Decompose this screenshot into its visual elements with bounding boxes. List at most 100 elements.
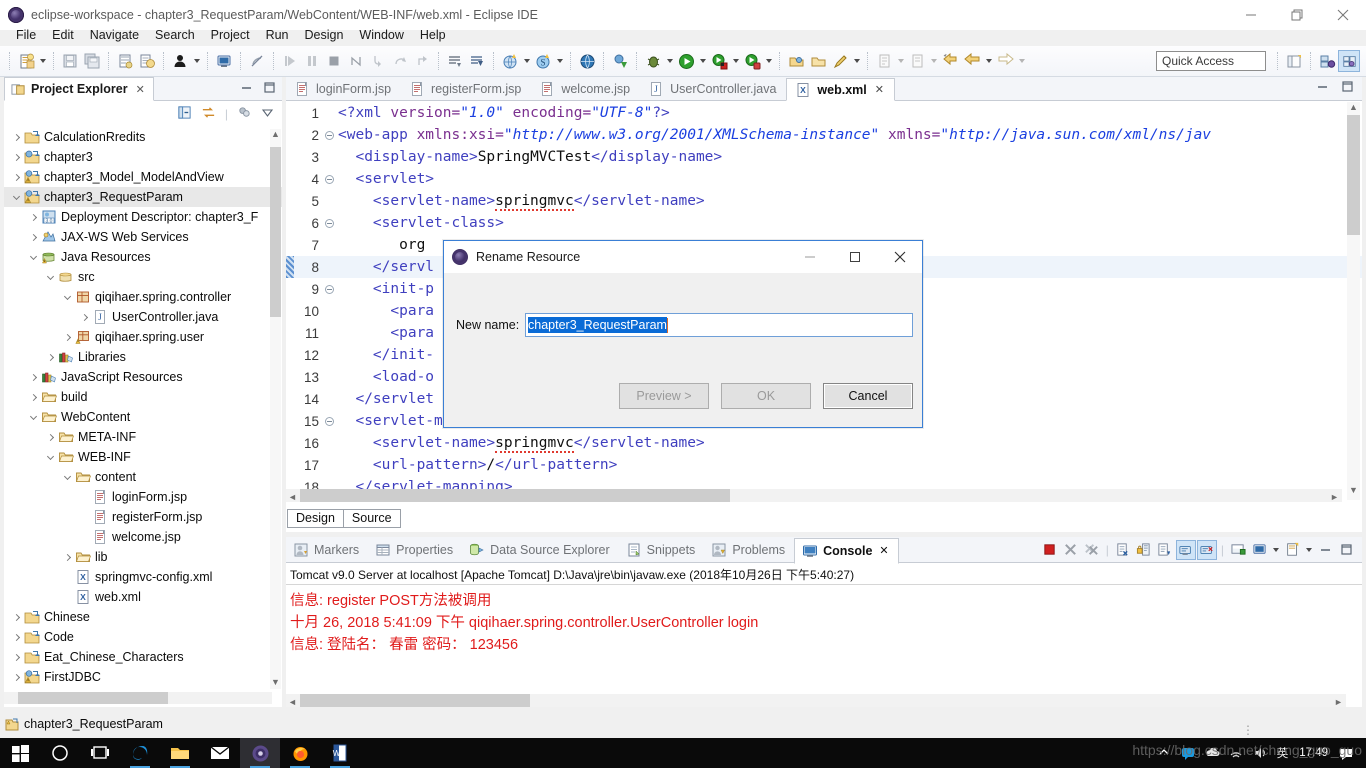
twisty-collapsed-icon[interactable] — [10, 647, 23, 667]
menu-file[interactable]: File — [8, 26, 44, 44]
console-scroll-left-arrow[interactable]: ◄ — [288, 697, 297, 707]
editor-scroll-up-arrow[interactable]: ▲ — [1347, 102, 1360, 112]
twisty-collapsed-icon[interactable] — [27, 367, 40, 387]
bottom-panel-tab[interactable]: Console ✕ — [794, 537, 899, 564]
scroll-down-arrow[interactable]: ▼ — [270, 677, 281, 687]
open-type-icon[interactable] — [785, 50, 807, 72]
task-view-icon[interactable] — [80, 738, 120, 768]
maximize-editor-icon[interactable] — [1341, 80, 1354, 96]
tree-item[interactable]: Libraries — [4, 347, 282, 367]
person-dropdown-arrow[interactable] — [191, 50, 202, 72]
project-tree[interactable]: CalculationRredits chapter3 chapter3_Model… — [4, 127, 282, 693]
fold-icon[interactable] — [322, 416, 336, 426]
minimize-button[interactable] — [1228, 0, 1274, 30]
code-line[interactable]: 1 <?xml version="1.0" encoding="UTF-8"?> — [286, 102, 1362, 124]
ejb-dropdown-arrow[interactable] — [554, 50, 565, 72]
tree-item[interactable]: Xspringmvc-config.xml — [4, 567, 282, 587]
twisty-expanded-icon[interactable] — [44, 267, 57, 287]
twisty-collapsed-icon[interactable] — [10, 627, 23, 647]
next-annotation-icon[interactable] — [444, 50, 466, 72]
tree-item[interactable]: welcome.jsp — [4, 527, 282, 547]
menu-edit[interactable]: Edit — [44, 26, 82, 44]
tree-item[interactable]: qiqihaer.spring.user — [4, 327, 282, 347]
twisty-collapsed-icon[interactable] — [10, 147, 23, 167]
run-dropdown-arrow[interactable] — [697, 50, 708, 72]
editor-vertical-scroll-thumb[interactable] — [1347, 115, 1360, 235]
run-validation-icon[interactable] — [136, 50, 158, 72]
previous-annotation-icon[interactable] — [466, 50, 488, 72]
tree-item[interactable]: content — [4, 467, 282, 487]
bottom-panel-tab[interactable]: Properties — [368, 537, 462, 563]
run-server-icon[interactable] — [708, 50, 730, 72]
code-line[interactable]: 3 <display-name>SpringMVCTest</display-n… — [286, 146, 1362, 168]
close-icon[interactable]: ✕ — [879, 544, 888, 557]
editor-scroll-left-arrow[interactable]: ◄ — [288, 492, 297, 502]
open-web-browser-icon[interactable] — [576, 50, 598, 72]
twisty-expanded-icon[interactable] — [27, 247, 40, 267]
new-web-project-icon[interactable] — [499, 50, 521, 72]
dialog-maximize-button[interactable] — [832, 242, 877, 273]
twisty-collapsed-icon[interactable] — [61, 327, 74, 347]
debug-perspective-icon[interactable] — [1316, 50, 1338, 72]
open-console-icon[interactable] — [1228, 540, 1248, 560]
close-button[interactable] — [1320, 0, 1366, 30]
deploy-icon[interactable] — [609, 50, 631, 72]
java-ee-perspective-icon[interactable] — [1338, 50, 1360, 72]
show-console-on-output-icon[interactable] — [1155, 540, 1175, 560]
firefox-icon[interactable] — [280, 738, 320, 768]
word-icon[interactable]: W — [320, 738, 360, 768]
debug-dropdown-arrow[interactable] — [664, 50, 675, 72]
close-icon[interactable]: ✕ — [875, 83, 884, 96]
tree-item[interactable]: Eat_Chinese_Characters — [4, 647, 282, 667]
new-ejb-icon[interactable]: S — [532, 50, 554, 72]
profile-dropdown-arrow[interactable] — [763, 50, 774, 72]
editor-tab[interactable]: registerForm.jsp — [401, 77, 532, 100]
editor-tab[interactable]: J UserController.java — [640, 77, 787, 100]
editor-horizontal-scroll-thumb[interactable] — [300, 489, 730, 502]
twisty-collapsed-icon[interactable] — [27, 227, 40, 247]
pin-console-icon[interactable] — [1175, 539, 1196, 560]
tree-item[interactable]: registerForm.jsp — [4, 507, 282, 527]
start-icon[interactable] — [0, 738, 40, 768]
validate-icon[interactable] — [114, 50, 136, 72]
editor-tab[interactable]: welcome.jsp — [531, 77, 641, 100]
console-scroll-right-arrow[interactable]: ► — [1334, 697, 1343, 707]
twisty-collapsed-icon[interactable] — [44, 347, 57, 367]
explorer-vertical-scroll-thumb[interactable] — [270, 147, 281, 317]
collapse-all-icon[interactable] — [177, 105, 192, 123]
new-icon[interactable] — [15, 50, 37, 72]
editor-tab[interactable]: Xweb.xml ✕ — [786, 78, 895, 101]
new-dropdown-arrow[interactable] — [37, 50, 48, 72]
console-horizontal-scroll-thumb[interactable] — [300, 694, 530, 707]
back-star-icon[interactable] — [939, 50, 961, 72]
profile-icon[interactable] — [741, 50, 763, 72]
back-icon[interactable] — [961, 50, 983, 72]
cortana-icon[interactable] — [40, 738, 80, 768]
code-line[interactable]: 2 <web-app xmlns:xsi="http://www.w3.org/2… — [286, 124, 1362, 146]
menu-navigate[interactable]: Navigate — [82, 26, 147, 44]
tree-item[interactable]: Xweb.xml — [4, 587, 282, 607]
fold-icon[interactable] — [322, 284, 336, 294]
mail-icon[interactable] — [200, 738, 240, 768]
open-console-menu-icon[interactable] — [1282, 540, 1302, 560]
code-line[interactable]: 17 <url-pattern>/</url-pattern> — [286, 454, 1362, 476]
open-resource-icon[interactable] — [807, 50, 829, 72]
tab-source[interactable]: Source — [342, 509, 401, 528]
new-console-view-icon[interactable] — [1249, 540, 1269, 560]
marker-icon[interactable] — [829, 50, 851, 72]
console-view-dropdown-arrow[interactable] — [1270, 539, 1281, 561]
tree-item[interactable]: chapter3 — [4, 147, 282, 167]
minimize-editor-icon[interactable] — [1316, 80, 1329, 96]
tree-item[interactable]: chapter3_Model_ModelAndView — [4, 167, 282, 187]
tree-item[interactable]: src — [4, 267, 282, 287]
web-project-dropdown-arrow[interactable] — [521, 50, 532, 72]
close-icon[interactable]: ✕ — [136, 83, 145, 96]
run-server-dropdown-arrow[interactable] — [730, 50, 741, 72]
twisty-collapsed-icon[interactable] — [27, 387, 40, 407]
twisty-collapsed-icon[interactable] — [10, 667, 23, 687]
eclipse-icon[interactable] — [240, 738, 280, 768]
tree-item[interactable]: Code — [4, 627, 282, 647]
bottom-panel-tab[interactable]: Data Source Explorer — [462, 537, 619, 563]
view-menu-arrow-icon[interactable] — [261, 106, 274, 122]
tab-design[interactable]: Design — [287, 509, 343, 528]
